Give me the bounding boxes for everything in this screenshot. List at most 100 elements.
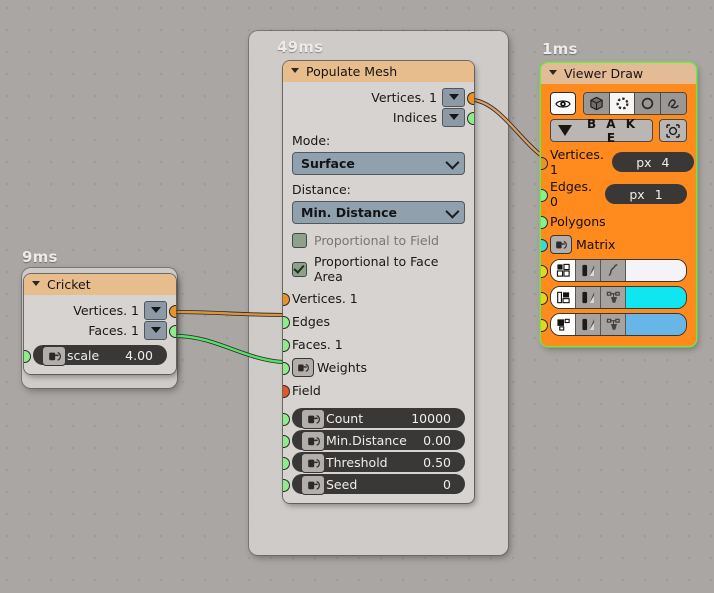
- bake-button-label: B A K E: [586, 116, 639, 145]
- pm-param-seed-row[interactable]: Seed 0: [283, 474, 474, 495]
- vd-color-control-3[interactable]: [550, 313, 687, 336]
- node-cricket[interactable]: Cricket Vertices. 1 Faces. 1 scale 4.00: [24, 274, 176, 374]
- socket-pm-seed-in[interactable]: [283, 478, 290, 492]
- vd-socket-edges[interactable]: Edges. 0 px 1: [541, 178, 696, 210]
- socket-pm-faces-in[interactable]: [283, 339, 290, 352]
- vd-socket-vertices[interactable]: Vertices. 1 px 4: [541, 146, 696, 178]
- cricket-output-faces[interactable]: Faces. 1: [24, 320, 176, 340]
- pm-vertices-dropdown-button[interactable]: [442, 87, 465, 107]
- node-editor-canvas[interactable]: 49ms 9ms 1ms Cricket Vertices. 1 Faces. …: [0, 0, 714, 593]
- viewer-draw-toolbar[interactable]: [541, 89, 696, 117]
- socket-cricket-vertices-out[interactable]: [169, 304, 176, 318]
- socket-pm-count-in[interactable]: [283, 412, 290, 426]
- socket-pm-edges-in[interactable]: [283, 316, 290, 329]
- socket-cricket-scale-in[interactable]: [24, 349, 31, 363]
- color-ramp-icon[interactable]: [576, 287, 601, 308]
- vd-color-row-1[interactable]: [541, 258, 696, 283]
- socket-vd-color-3[interactable]: [541, 319, 548, 332]
- cricket-vertices-dropdown-button[interactable]: [144, 300, 167, 320]
- socket-pm-threshold-in[interactable]: [283, 456, 290, 470]
- pm-indices-dropdown-button[interactable]: [442, 107, 465, 127]
- pm-input-faces[interactable]: Faces. 1: [283, 333, 474, 356]
- checkbox-icon[interactable]: [292, 233, 307, 248]
- vd-vertices-px-unit: px: [636, 154, 652, 170]
- pm-input-vertices[interactable]: Vertices. 1: [283, 287, 474, 310]
- pm-output-indices[interactable]: Indices: [283, 107, 474, 127]
- vd-vertices-px-field[interactable]: px 4: [611, 152, 694, 172]
- edge-color-mode-icon[interactable]: [551, 287, 576, 308]
- pm-distance-dropdown[interactable]: Min. Distance: [292, 201, 465, 224]
- face-color-mode-icon[interactable]: [551, 314, 576, 335]
- socket-pm-weights-in[interactable]: [283, 362, 290, 375]
- pm-seed-field[interactable]: Seed 0: [292, 474, 465, 495]
- socket-vd-color-2[interactable]: [541, 292, 548, 305]
- socket-pm-mindistance-in[interactable]: [283, 434, 290, 448]
- cube-icon[interactable]: [583, 93, 610, 114]
- eye-icon[interactable]: [550, 92, 576, 115]
- vd-color-control-1[interactable]: [550, 259, 687, 282]
- vd-color-row-2[interactable]: [541, 285, 696, 310]
- node-populate-mesh-body: Vertices. 1 Indices Mode: Surface Distan…: [283, 82, 474, 503]
- socket-pm-vertices-out[interactable]: [467, 91, 474, 105]
- node-populate-mesh-header[interactable]: Populate Mesh: [283, 61, 474, 82]
- pm-checkbox-proportional-field[interactable]: Proportional to Field: [283, 230, 474, 251]
- circle-icon[interactable]: [635, 93, 662, 114]
- socket-vd-vertices-in[interactable]: [541, 156, 548, 170]
- curve-icon[interactable]: [601, 260, 626, 281]
- chevron-down-icon: [445, 204, 460, 219]
- node-link-icon[interactable]: [601, 314, 626, 335]
- socket-cricket-faces-out[interactable]: [169, 324, 176, 338]
- color-ramp-icon[interactable]: [576, 260, 601, 281]
- surface-icon[interactable]: [661, 93, 686, 114]
- vd-color-row-3[interactable]: [541, 312, 696, 337]
- pm-param-count-row[interactable]: Count 10000: [283, 408, 474, 429]
- cricket-faces-dropdown-button[interactable]: [144, 320, 167, 340]
- vd-socket-polygons[interactable]: Polygons: [541, 210, 696, 233]
- socket-vd-color-1[interactable]: [541, 265, 548, 278]
- color-ramp-icon[interactable]: [576, 314, 601, 335]
- socket-pm-field-in[interactable]: [283, 385, 290, 398]
- vd-color-swatch-3[interactable]: [626, 314, 686, 335]
- socket-vd-edges-in[interactable]: [541, 188, 548, 202]
- checkbox-checked-icon[interactable]: [292, 261, 307, 277]
- chevron-down-icon[interactable]: [291, 67, 300, 76]
- target-icon[interactable]: [659, 119, 687, 142]
- pm-count-field[interactable]: Count 10000: [292, 408, 465, 429]
- cricket-output-vertices[interactable]: Vertices. 1: [24, 300, 176, 320]
- node-cricket-header[interactable]: Cricket: [24, 274, 176, 295]
- vertices-icon[interactable]: [609, 93, 636, 114]
- chevron-down-icon[interactable]: [549, 69, 558, 78]
- pm-input-edges[interactable]: Edges: [283, 310, 474, 333]
- pm-checkbox-proportional-face-area[interactable]: Proportional to Face Area: [283, 251, 474, 287]
- pm-mindistance-field[interactable]: Min.Distance 0.00: [292, 430, 465, 451]
- pm-param-threshold-row[interactable]: Threshold 0.50: [283, 452, 474, 473]
- chevron-down-icon[interactable]: [32, 280, 41, 289]
- vd-edges-px-field[interactable]: px 1: [605, 184, 687, 204]
- pm-param-mindistance-row[interactable]: Min.Distance 0.00: [283, 430, 474, 451]
- vd-color-swatch-2[interactable]: [626, 287, 686, 308]
- socket-vd-matrix-in[interactable]: [541, 239, 548, 252]
- vd-color-control-2[interactable]: [550, 286, 687, 309]
- pm-output-vertices[interactable]: Vertices. 1: [283, 87, 474, 107]
- cricket-scale-field[interactable]: scale 4.00: [33, 345, 167, 366]
- node-viewer-draw[interactable]: Viewer Draw B A K E Vertices. 1 px 4 Edg…: [541, 63, 696, 346]
- viewer-draw-bake-row[interactable]: B A K E: [541, 117, 696, 146]
- vertex-color-mode-icon[interactable]: [551, 260, 576, 281]
- pm-input-field-label: Field: [292, 383, 321, 398]
- vd-color-swatch-1[interactable]: [626, 260, 686, 281]
- vd-socket-matrix[interactable]: Matrix: [541, 233, 696, 256]
- pm-threshold-field[interactable]: Threshold 0.50: [292, 452, 465, 473]
- socket-pm-vertices-in[interactable]: [283, 293, 290, 306]
- bake-button[interactable]: B A K E: [550, 116, 653, 145]
- vd-edges-px-unit: px: [629, 186, 645, 202]
- cricket-param-scale-row[interactable]: scale 4.00: [24, 345, 176, 366]
- socket-pm-indices-out[interactable]: [467, 111, 474, 125]
- node-viewer-draw-header[interactable]: Viewer Draw: [541, 63, 696, 84]
- socket-vd-polygons-in[interactable]: [541, 216, 548, 229]
- display-mode-group[interactable]: [582, 92, 687, 115]
- node-populate-mesh[interactable]: Populate Mesh Vertices. 1 Indices Mode: …: [283, 61, 474, 503]
- node-link-icon[interactable]: [601, 287, 626, 308]
- pm-input-weights[interactable]: Weights: [283, 356, 474, 379]
- pm-mode-dropdown[interactable]: Surface: [292, 152, 465, 175]
- pm-input-field[interactable]: Field: [283, 379, 474, 402]
